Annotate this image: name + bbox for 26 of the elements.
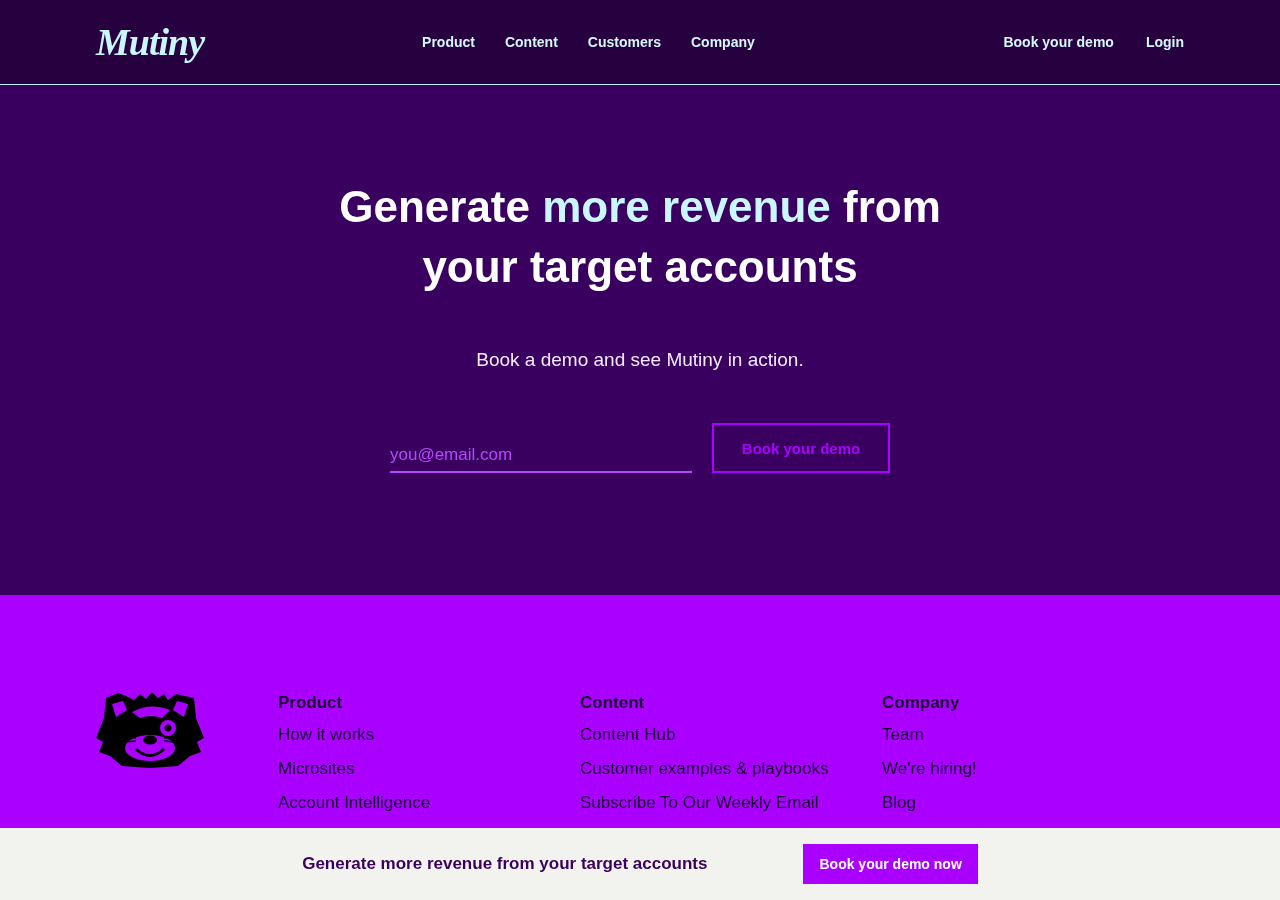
logo[interactable]: Mutiny [96,23,205,61]
footer-heading: Content [580,692,645,714]
footer-link[interactable]: We're hiring! [882,756,977,782]
nav-link[interactable]: Book your demo [1003,34,1114,50]
hero-subtitle: Book a demo and see Mutiny in action. [476,349,804,371]
email-field[interactable]: you@email.com [390,445,692,473]
footer-link[interactable]: Team [882,722,924,748]
nav-link[interactable]: Company [690,34,755,50]
cta-text: Generate more revenue from your target accounts [302,854,708,874]
footer-link[interactable]: Blog [882,790,917,816]
book-demo-button[interactable]: Book your demo [712,423,890,473]
footer-link[interactable]: Account Intelligence [278,790,431,816]
nav-link[interactable]: Content [504,34,558,50]
footer-heading: Company [882,692,960,714]
nav-link[interactable]: Login [1145,34,1184,50]
nav-link[interactable]: Customers [587,34,661,50]
book-demo-now-button[interactable]: Book your demo now [803,844,978,884]
footer-heading: Product [278,692,343,714]
footer-link[interactable]: Subscribe To Our Weekly Email [580,790,819,816]
raccoon-icon [96,690,204,768]
hero-headline: Generate more revenue from your target accounts [338,181,942,293]
footer-link[interactable]: Microsites [278,756,355,782]
footer-link[interactable]: Customer examples & playbooks [580,756,829,782]
nav-link[interactable]: Product [422,34,475,50]
footer-link[interactable]: How it works [278,722,375,748]
footer-link[interactable]: Content Hub [580,722,676,748]
